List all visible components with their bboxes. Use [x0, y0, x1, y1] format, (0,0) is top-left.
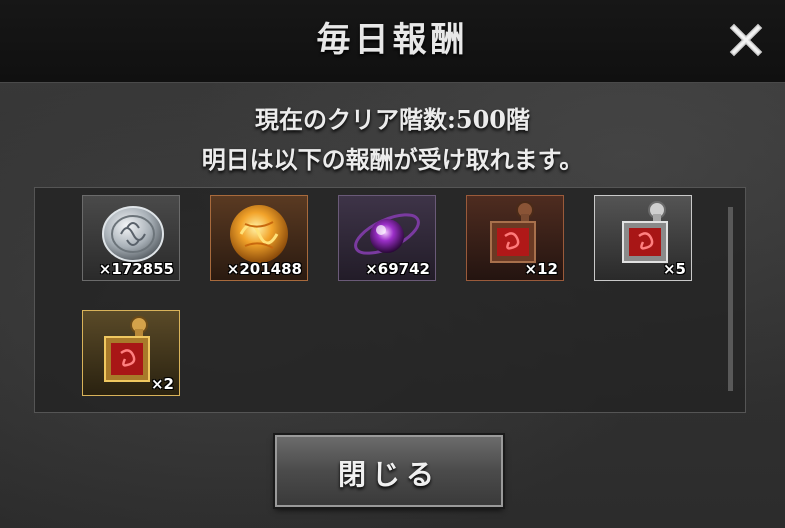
dialog-title: 毎日報酬 [316, 20, 469, 60]
scrollbar[interactable] [728, 207, 733, 391]
tomorrow-reward-text: 明日は以下の報酬が受け取れます。 [201, 145, 584, 174]
reward-item[interactable]: ×201488 [210, 195, 308, 281]
reward-count: ×12 [524, 260, 558, 278]
reward-item[interactable]: ×69742 [338, 195, 436, 281]
reward-count: ×69742 [365, 260, 430, 278]
scroll-thumb[interactable] [728, 207, 733, 391]
reward-item[interactable]: ×5 [594, 195, 692, 281]
reward-count: ×5 [662, 260, 686, 278]
close-button[interactable]: 閉じる [275, 435, 503, 507]
reward-count: ×172855 [98, 260, 174, 278]
reward-item[interactable]: ×12 [466, 195, 564, 281]
title-bar: 毎日報酬 [0, 0, 785, 83]
close-x-icon[interactable] [728, 22, 764, 58]
reward-item[interactable]: ×172855 [82, 195, 180, 281]
close-button-label: 閉じる [337, 458, 440, 491]
daily-reward-dialog: 毎日報酬 現在のクリア階数:500階 明日は以下の報酬が受け取れます。 ×172… [0, 0, 785, 528]
reward-item[interactable]: ×2 [82, 310, 180, 396]
reward-count: ×201488 [226, 260, 302, 278]
reward-count: ×2 [150, 375, 174, 393]
clear-floor-text: 現在のクリア階数:500階 [255, 105, 530, 134]
